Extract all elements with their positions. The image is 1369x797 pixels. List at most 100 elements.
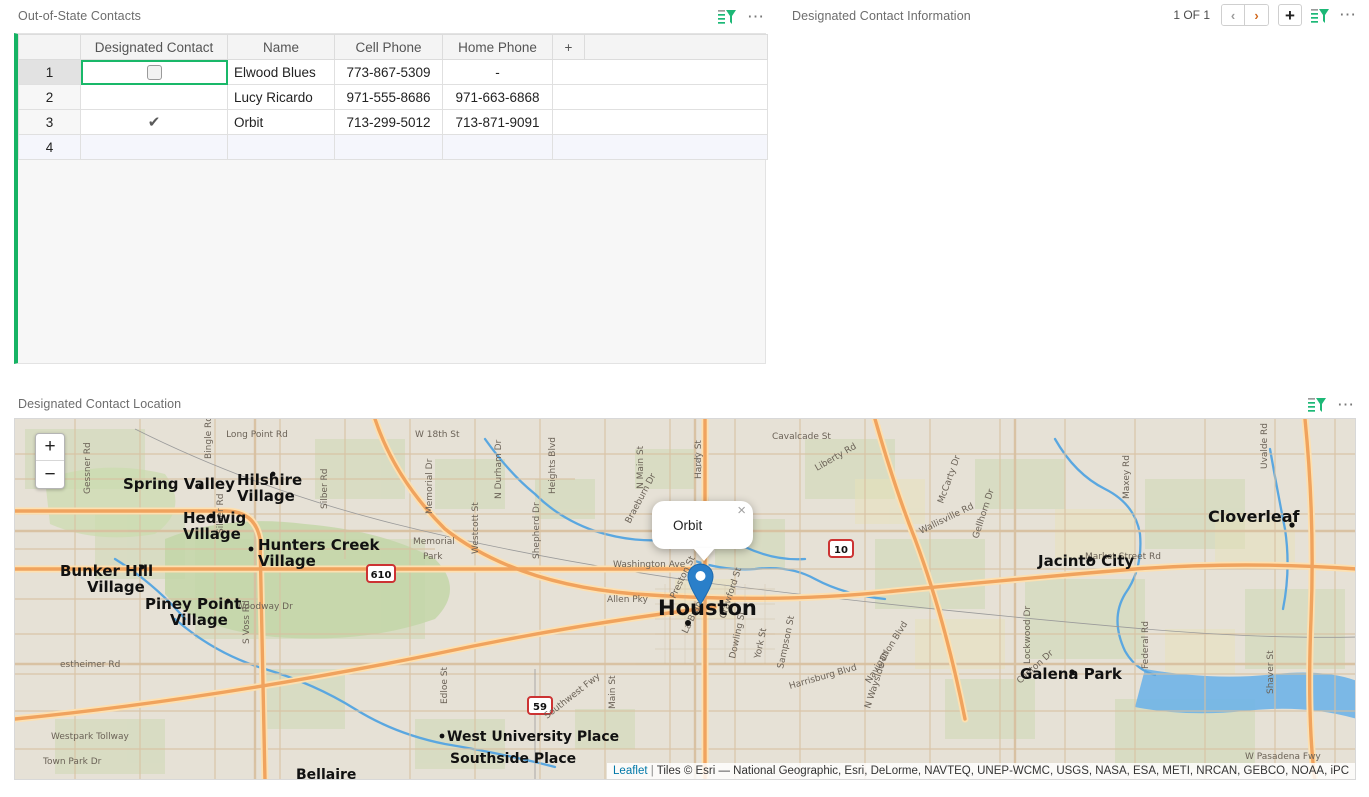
svg-text:Memorial Dr: Memorial Dr xyxy=(425,458,435,514)
cell-name[interactable]: Lucy Ricardo xyxy=(228,85,335,110)
table-row[interactable]: 2 Lucy Ricardo 971-555-8686 971-663-6868 xyxy=(19,85,768,110)
svg-text:Bingle Rd: Bingle Rd xyxy=(204,419,214,459)
svg-text:Cloverleaf: Cloverleaf xyxy=(1208,507,1301,526)
next-record-button[interactable]: › xyxy=(1245,5,1268,25)
previous-record-button[interactable]: ‹ xyxy=(1222,5,1245,25)
svg-text:Jacinto City: Jacinto City xyxy=(1037,552,1134,570)
more-options-icon[interactable]: ⋯ xyxy=(747,12,765,22)
table-row[interactable]: 3 ✔ Orbit 713-299-5012 713-871-9091 xyxy=(19,110,768,135)
record-counter: 1 OF 1 xyxy=(1173,8,1210,22)
svg-text:Edloe St: Edloe St xyxy=(440,666,450,704)
filter-icon[interactable] xyxy=(1311,7,1330,24)
filter-icon[interactable] xyxy=(718,8,737,25)
svg-text:Shepherd Dr: Shepherd Dr xyxy=(532,502,542,559)
map-marker-icon[interactable] xyxy=(687,563,714,610)
contacts-panel-toolbar: ⋯ xyxy=(718,8,765,25)
svg-text:Allen Pky: Allen Pky xyxy=(607,595,649,605)
map-panel-title: Designated Contact Location xyxy=(18,397,181,411)
row-filler xyxy=(553,60,768,85)
record-navigation: ‹ › xyxy=(1221,4,1269,26)
filter-icon[interactable] xyxy=(1308,396,1327,413)
zoom-out-button[interactable]: − xyxy=(36,461,64,488)
cell-designated-contact[interactable] xyxy=(81,85,228,110)
detail-panel-title: Designated Contact Information xyxy=(792,9,971,23)
col-name[interactable]: Name xyxy=(228,35,335,60)
cell-cell-phone[interactable]: 773-867-5309 xyxy=(335,60,443,85)
svg-text:Washington Ave: Washington Ave xyxy=(613,560,686,570)
svg-text:estheimer Rd: estheimer Rd xyxy=(60,660,120,670)
svg-text:Westpark Tollway: Westpark Tollway xyxy=(51,732,129,742)
table-header-row: Designated Contact Name Cell Phone Home … xyxy=(19,35,768,60)
table-row[interactable]: 1 Elwood Blues 773-867-5309 - xyxy=(19,60,768,85)
row-number: 2 xyxy=(19,85,81,110)
cell-home-phone[interactable] xyxy=(443,135,553,160)
svg-text:West University Place: West University Place xyxy=(447,729,619,745)
row-number: 3 xyxy=(19,110,81,135)
checkmark-icon: ✔ xyxy=(148,114,161,131)
svg-text:Main St: Main St xyxy=(608,675,618,709)
map-attribution: Leaflet | Tiles © Esri — National Geogra… xyxy=(607,763,1355,779)
map-panel-toolbar: ⋯ xyxy=(1308,396,1355,413)
svg-text:Uvalde Rd: Uvalde Rd xyxy=(1260,423,1270,469)
svg-text:Long Point Rd: Long Point Rd xyxy=(226,430,288,440)
cell-home-phone[interactable]: - xyxy=(443,60,553,85)
svg-text:Bellaire: Bellaire xyxy=(296,767,356,780)
row-filler xyxy=(553,85,768,110)
cell-cell-phone[interactable]: 971-555-8686 xyxy=(335,85,443,110)
row-filler xyxy=(553,135,768,160)
more-options-icon[interactable]: ⋯ xyxy=(1337,400,1355,410)
cell-home-phone[interactable]: 971-663-6868 xyxy=(443,85,553,110)
detail-panel-toolbar: 1 OF 1 ‹ › + ⋯ xyxy=(1173,4,1357,26)
cell-designated-contact[interactable] xyxy=(81,60,228,85)
table-row[interactable]: 4 xyxy=(19,135,768,160)
add-column-button[interactable]: + xyxy=(553,35,585,60)
cell-name[interactable]: Orbit xyxy=(228,110,335,135)
svg-text:Spring Valley: Spring Valley xyxy=(123,475,235,493)
col-designated-contact[interactable]: Designated Contact xyxy=(81,35,228,60)
row-filler xyxy=(553,110,768,135)
svg-text:Village: Village xyxy=(183,525,241,543)
close-icon[interactable]: × xyxy=(737,503,746,518)
attribution-separator: | xyxy=(651,765,654,777)
col-filler xyxy=(585,35,768,60)
cell-name[interactable] xyxy=(228,135,335,160)
svg-text:N Durham Dr: N Durham Dr xyxy=(494,439,504,499)
contacts-table: Designated Contact Name Cell Phone Home … xyxy=(18,34,768,160)
contacts-panel-title: Out-of-State Contacts xyxy=(18,9,141,23)
designated-contact-information-panel: Designated Contact Information 1 OF 1 ‹ … xyxy=(788,0,1369,372)
map-popup-body: Orbit × xyxy=(652,501,753,549)
attribution-text: Tiles © Esri — National Geographic, Esri… xyxy=(657,765,1349,777)
svg-text:Southside Place: Southside Place xyxy=(450,751,576,767)
cell-designated-contact[interactable] xyxy=(81,135,228,160)
cell-designated-contact[interactable]: ✔ xyxy=(81,110,228,135)
contacts-grid: Designated Contact Name Cell Phone Home … xyxy=(14,33,766,364)
col-cell-phone[interactable]: Cell Phone xyxy=(335,35,443,60)
add-record-button[interactable]: + xyxy=(1278,4,1302,26)
row-number: 1 xyxy=(19,60,81,85)
leaflet-link[interactable]: Leaflet xyxy=(613,765,648,777)
more-options-icon[interactable]: ⋯ xyxy=(1339,10,1357,20)
svg-text:Village: Village xyxy=(170,611,228,629)
svg-text:Village: Village xyxy=(258,552,316,570)
cell-cell-phone[interactable] xyxy=(335,135,443,160)
checkbox-unchecked-icon[interactable] xyxy=(147,65,162,80)
svg-text:Park: Park xyxy=(423,552,443,562)
cell-home-phone[interactable]: 713-871-9091 xyxy=(443,110,553,135)
map-zoom-control: + − xyxy=(35,433,65,489)
svg-text:Hardy St: Hardy St xyxy=(694,440,704,479)
map-popup: Orbit × xyxy=(652,501,753,549)
svg-text:Heights Blvd: Heights Blvd xyxy=(548,437,558,494)
svg-text:Shaver St: Shaver St xyxy=(1266,650,1276,694)
leaflet-map[interactable]: .rd { stroke:#d8c0a0; fill:none; } .hwy … xyxy=(14,418,1356,780)
svg-text:Village: Village xyxy=(237,487,295,505)
cell-cell-phone[interactable]: 713-299-5012 xyxy=(335,110,443,135)
row-number: 4 xyxy=(19,135,81,160)
zoom-in-button[interactable]: + xyxy=(36,434,64,461)
svg-text:Village: Village xyxy=(87,578,145,596)
svg-text:Maxey Rd: Maxey Rd xyxy=(1122,455,1132,499)
cell-name[interactable]: Elwood Blues xyxy=(228,60,335,85)
svg-text:W 18th St: W 18th St xyxy=(415,430,460,440)
col-home-phone[interactable]: Home Phone xyxy=(443,35,553,60)
svg-text:10: 10 xyxy=(834,545,848,556)
svg-text:Westcott St: Westcott St xyxy=(471,502,481,554)
